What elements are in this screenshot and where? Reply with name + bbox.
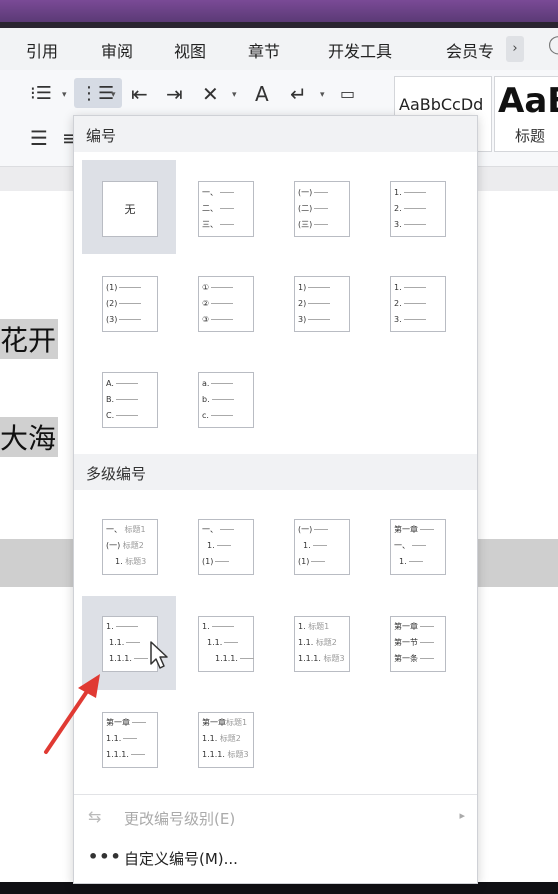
numbering-section-title: 编号 — [86, 127, 117, 145]
line-spacing-icon[interactable]: ↵ — [290, 84, 307, 104]
style-heading-sample: AaB — [498, 81, 558, 121]
chevron-right-icon: ▸ — [459, 809, 465, 822]
ruler-icon[interactable]: ▭ — [340, 84, 355, 104]
style-normal-sample: AaBbCcDd — [399, 95, 484, 114]
bullet-list-icon[interactable]: ⁝☰ — [30, 84, 52, 104]
menu-divider — [74, 794, 477, 795]
numbering-option-upper-alpha[interactable]: A. B. C. — [102, 372, 158, 428]
numbering-option-right-paren[interactable]: 1) 2) 3) — [294, 276, 350, 332]
change-numbering-level-item[interactable]: ⇆ 更改编号级别(E) ▸ — [74, 798, 477, 838]
tab-developer-tools[interactable]: 开发工具 — [328, 38, 392, 62]
numbering-option-decimal[interactable]: 1. 2. 3. — [390, 181, 446, 237]
numbering-option-lower-alpha[interactable]: a. b. c. — [198, 372, 254, 428]
menu-tab-bar: 引用 审阅 视图 章节 开发工具 会员专 › ◯ — [0, 28, 558, 70]
doc-line-1[interactable]: 花开 — [0, 319, 59, 359]
multilevel-option-9[interactable]: 第一章 1.1. 1.1.1. — [102, 712, 158, 768]
numbering-option-none[interactable]: 无 — [102, 181, 158, 237]
custom-numbering-item[interactable]: ••• 自定义编号(M)... — [74, 838, 477, 878]
change-level-label: 更改编号级别(E) — [124, 810, 236, 828]
tab-member[interactable]: 会员专 — [446, 38, 494, 62]
numbering-option-paren[interactable]: (1) (2) (3) — [102, 276, 158, 332]
custom-numbering-label: 自定义编号(M)... — [124, 850, 238, 868]
tab-review[interactable]: 审阅 — [101, 38, 133, 62]
chevron-down-icon[interactable]: ▾ — [111, 90, 116, 100]
tab-view[interactable]: 视图 — [174, 38, 206, 62]
annotation-arrow-icon — [44, 674, 100, 754]
numbering-dropdown-panel: 编号 无 一、 二、 三、 (一) (二) (三) 1. 2. 3. (1) (… — [73, 115, 478, 884]
none-label: 无 — [124, 203, 136, 216]
multilevel-section-title: 多级编号 — [86, 465, 147, 483]
numbering-option-chinese-paren[interactable]: (一) (二) (三) — [294, 181, 350, 237]
numbered-list-icon[interactable]: ⋮☰ — [80, 84, 114, 104]
multilevel-option-2[interactable]: 一、 1. (1) — [198, 519, 254, 575]
numbering-option-circled[interactable]: ① ② ③ — [198, 276, 254, 332]
multilevel-option-8[interactable]: 第一章 第一节 第一条 — [390, 616, 446, 672]
numbering-section-header: 编号 — [74, 116, 477, 152]
mouse-cursor-icon — [150, 641, 168, 669]
multilevel-option-6[interactable]: 1. 1.1. 1.1.1. — [198, 616, 254, 672]
doc-line-2[interactable]: 大海 — [0, 417, 59, 457]
chevron-down-icon[interactable]: ▾ — [232, 90, 237, 100]
style-heading[interactable]: AaB 标题 — [494, 76, 558, 152]
decrease-indent-icon[interactable]: ⇤ — [131, 84, 148, 104]
align-left-icon[interactable]: ☰ — [30, 128, 48, 148]
chinese-layout-icon[interactable]: ✕ — [202, 84, 219, 104]
search-icon[interactable]: ◯ — [548, 34, 558, 55]
multilevel-option-7[interactable]: 1. 标题1 1.1. 标题2 1.1.1. 标题3 — [294, 616, 350, 672]
multilevel-option-3[interactable]: (一) 1. (1) — [294, 519, 350, 575]
chevron-down-icon[interactable]: ▾ — [62, 90, 67, 100]
text-direction-icon[interactable]: A — [255, 84, 269, 104]
level-indent-icon: ⇆ — [88, 807, 102, 826]
window-top-bar — [0, 0, 558, 22]
numbering-option-chinese[interactable]: 一、 二、 三、 — [198, 181, 254, 237]
style-heading-label: 标题 — [515, 127, 546, 145]
numbering-option-decimal-2[interactable]: 1. 2. 3. — [390, 276, 446, 332]
multilevel-option-1[interactable]: 一、 标题1 (一) 标题2 1. 标题3 — [102, 519, 158, 575]
multilevel-section-header: 多级编号 — [74, 454, 477, 490]
more-dots-icon: ••• — [88, 847, 122, 866]
increase-indent-icon[interactable]: ⇥ — [166, 84, 183, 104]
tab-scroll-right-button[interactable]: › — [506, 36, 524, 62]
multilevel-option-4[interactable]: 第一章 一、 1. — [390, 519, 446, 575]
tab-references[interactable]: 引用 — [26, 38, 58, 62]
multilevel-option-10[interactable]: 第一章标题1 1.1. 标题2 1.1.1. 标题3 — [198, 712, 254, 768]
tab-chapter[interactable]: 章节 — [248, 38, 280, 62]
chevron-down-icon[interactable]: ▾ — [320, 90, 325, 100]
